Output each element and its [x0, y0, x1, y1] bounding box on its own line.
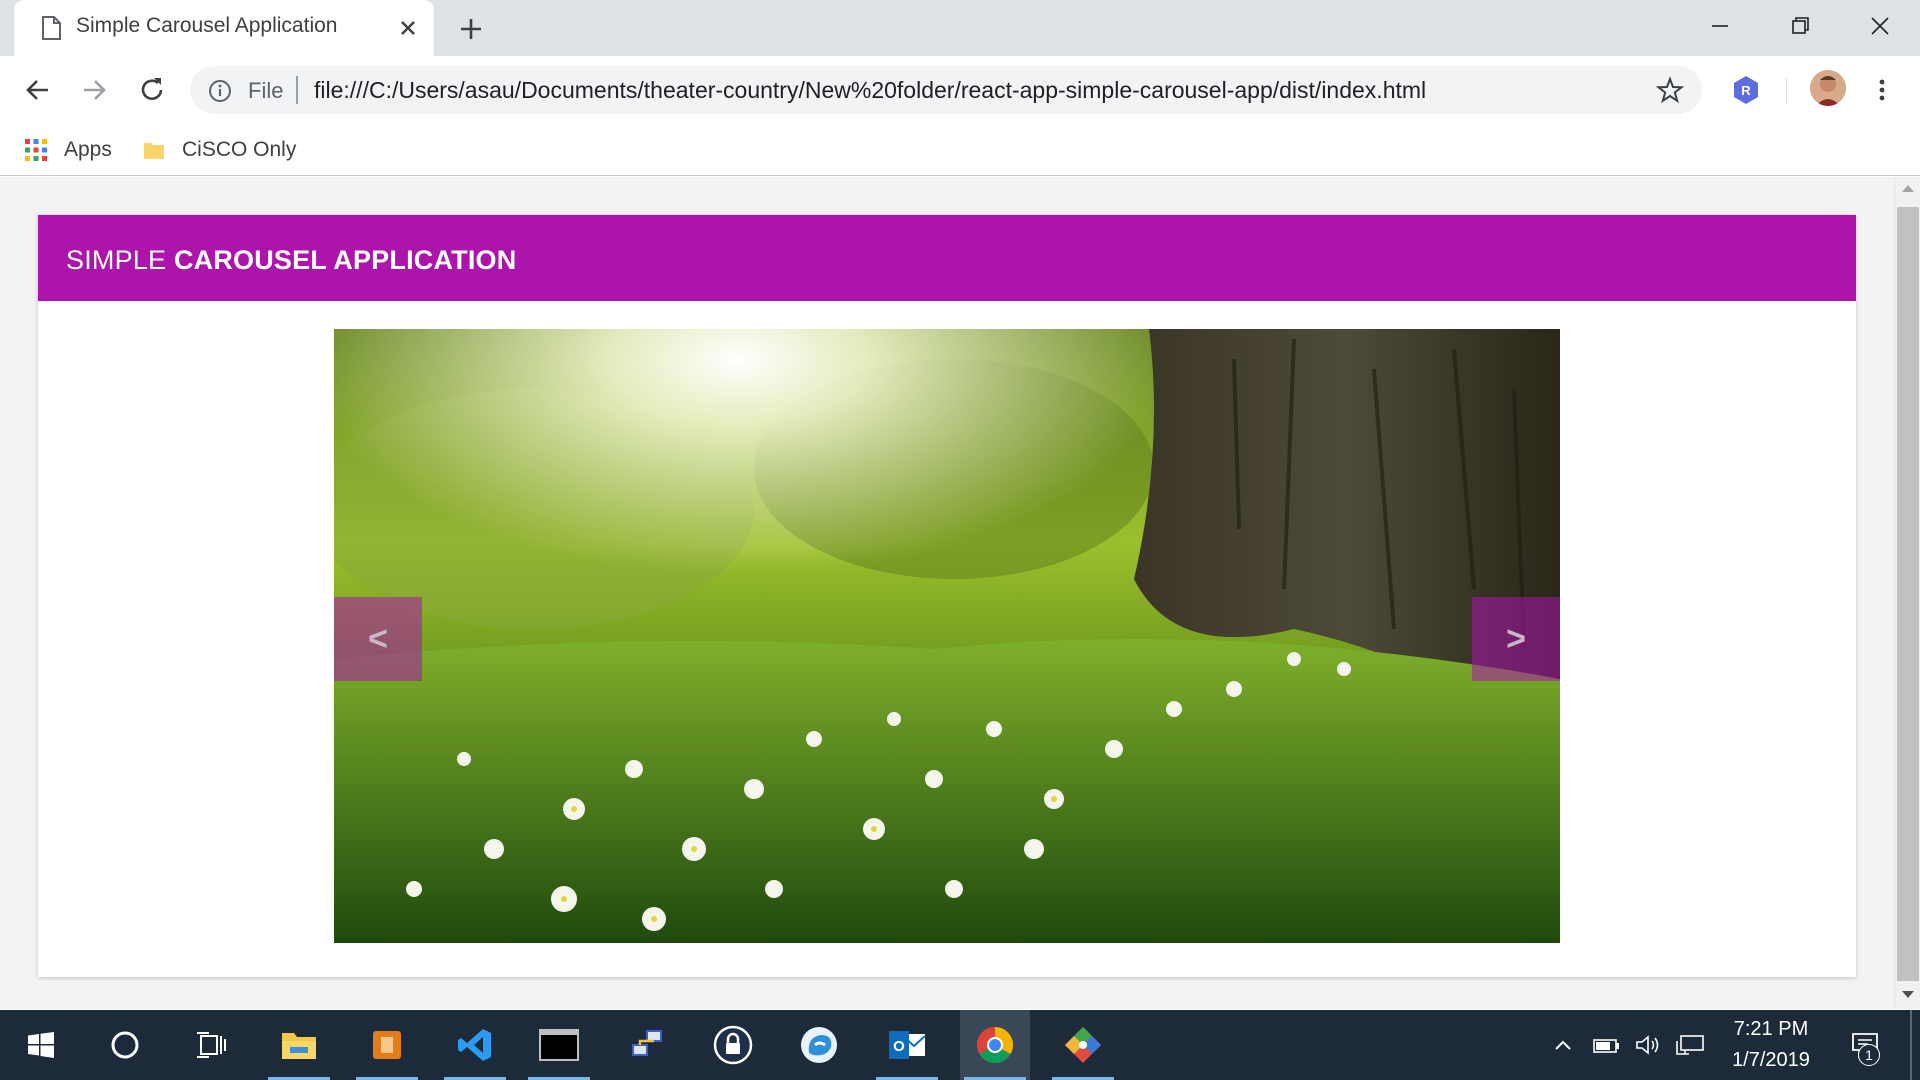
tray-overflow-button[interactable]: [1548, 1010, 1578, 1080]
tab-title: Simple Carousel Application: [76, 14, 338, 37]
network-monitor-icon: [1676, 1035, 1704, 1055]
page-icon: [42, 16, 61, 40]
bookmark-star-icon[interactable]: [1656, 76, 1684, 104]
system-clock[interactable]: 7:21 PM 1/7/2019: [1716, 1018, 1826, 1072]
info-icon[interactable]: [208, 79, 232, 103]
new-tab-icon[interactable]: [454, 12, 488, 46]
task-view-icon: [197, 1032, 226, 1058]
bookmark-cisco-folder[interactable]: CiSCO Only: [142, 132, 296, 168]
clock-date: 1/7/2019: [1732, 1049, 1810, 1071]
windows-taskbar: O 7:21 PM 1/7/2019 1: [0, 1010, 1920, 1080]
page-title: SIMPLE CAROUSEL APPLICATION: [66, 245, 516, 276]
omnibox-divider: [296, 76, 298, 104]
presentation-app-button[interactable]: [352, 1010, 422, 1080]
lock-icon: [713, 1025, 753, 1065]
git-app-button[interactable]: [1048, 1010, 1118, 1080]
vertical-scrollbar[interactable]: [1894, 177, 1920, 1009]
network-icon: [632, 1030, 662, 1056]
apps-grid-icon: [25, 139, 47, 161]
terminal-icon: [539, 1029, 579, 1061]
network-app-button[interactable]: [612, 1010, 682, 1080]
app-header: SIMPLE CAROUSEL APPLICATION: [38, 215, 1856, 301]
prev-chevron-icon: <: [368, 619, 388, 658]
git-diamond-icon: [1065, 1027, 1101, 1063]
show-desktop-button[interactable]: [1910, 1010, 1912, 1080]
profile-avatar[interactable]: [1810, 70, 1846, 106]
battery-icon: [1593, 1039, 1619, 1053]
title-light: SIMPLE: [66, 245, 174, 275]
windows-logo-icon: [28, 1032, 54, 1058]
avatar-photo-icon: [1810, 70, 1846, 106]
url-text[interactable]: file:///C:/Users/asau/Documents/theater-…: [314, 77, 1426, 104]
terminal-button[interactable]: [524, 1010, 594, 1080]
task-view-button[interactable]: [176, 1010, 246, 1080]
folder-icon: [144, 143, 164, 159]
carousel-prev-button[interactable]: <: [334, 597, 422, 681]
speaker-icon: [1636, 1035, 1659, 1055]
outlook-button[interactable]: O: [872, 1010, 942, 1080]
browser-tab[interactable]: Simple Carousel Application: [14, 0, 434, 56]
svg-text:O: O: [893, 1038, 905, 1055]
more-menu-icon[interactable]: [1870, 74, 1894, 106]
browser-toolbar: File file:///C:/Users/asau/Documents/the…: [0, 56, 1920, 124]
bookmark-cisco-label: CiSCO Only: [182, 138, 297, 161]
chrome-button[interactable]: [960, 1010, 1030, 1080]
carousel-card: SIMPLE CAROUSEL APPLICATION < >: [38, 215, 1856, 977]
cortana-ring-icon: [111, 1031, 139, 1059]
scheme-label: File: [248, 78, 284, 103]
meadow-photo-image: [334, 329, 1560, 943]
back-arrow-icon[interactable]: [20, 72, 56, 108]
toolbar-separator: [1786, 78, 1787, 104]
address-bar[interactable]: File file:///C:/Users/asau/Documents/the…: [190, 66, 1702, 114]
next-chevron-icon: >: [1506, 619, 1526, 658]
forward-arrow-icon[interactable]: [76, 72, 112, 108]
bookmark-apps-label: Apps: [64, 138, 112, 161]
carousel-slide: < >: [334, 329, 1560, 943]
vscode-icon: [458, 1029, 491, 1061]
chevron-up-icon: [1555, 1040, 1571, 1050]
bookmark-apps[interactable]: Apps: [24, 132, 112, 168]
page-viewport: SIMPLE CAROUSEL APPLICATION < >: [0, 177, 1920, 1009]
outlook-icon: O: [889, 1031, 926, 1059]
window-restore-icon[interactable]: [1770, 6, 1830, 46]
chat-icon: [801, 1027, 837, 1063]
reload-icon[interactable]: [134, 72, 170, 108]
bookmarks-bar: Apps CiSCO Only: [0, 124, 1920, 176]
start-button[interactable]: [6, 1010, 76, 1080]
cortana-button[interactable]: [90, 1010, 160, 1080]
volume-status[interactable]: [1632, 1010, 1664, 1080]
window-minimize-icon[interactable]: [1690, 6, 1750, 46]
scroll-thumb[interactable]: [1897, 207, 1919, 981]
scroll-up-arrow-icon[interactable]: [1902, 185, 1914, 192]
notification-count-badge: 1: [1858, 1044, 1880, 1066]
chat-app-button[interactable]: [784, 1010, 854, 1080]
folder-icon: [282, 1033, 316, 1059]
carousel-next-button[interactable]: >: [1472, 597, 1560, 681]
browser-tab-strip: Simple Carousel Application: [0, 0, 1920, 56]
lock-app-button[interactable]: [698, 1010, 768, 1080]
battery-status[interactable]: [1590, 1010, 1624, 1080]
extension-badge: R: [1741, 83, 1751, 98]
title-bold: CAROUSEL APPLICATION: [173, 245, 517, 275]
window-close-icon[interactable]: [1850, 6, 1910, 46]
file-explorer-button[interactable]: [264, 1010, 334, 1080]
network-status[interactable]: [1672, 1010, 1708, 1080]
clock-time: 7:21 PM: [1733, 1018, 1809, 1040]
scroll-down-arrow-icon[interactable]: [1902, 991, 1914, 998]
chrome-icon: [976, 1027, 1014, 1064]
vscode-button[interactable]: [440, 1010, 510, 1080]
tab-close-icon[interactable]: [394, 14, 422, 42]
extension-r-icon[interactable]: R: [1730, 74, 1762, 106]
orange-app-icon: [373, 1031, 401, 1059]
